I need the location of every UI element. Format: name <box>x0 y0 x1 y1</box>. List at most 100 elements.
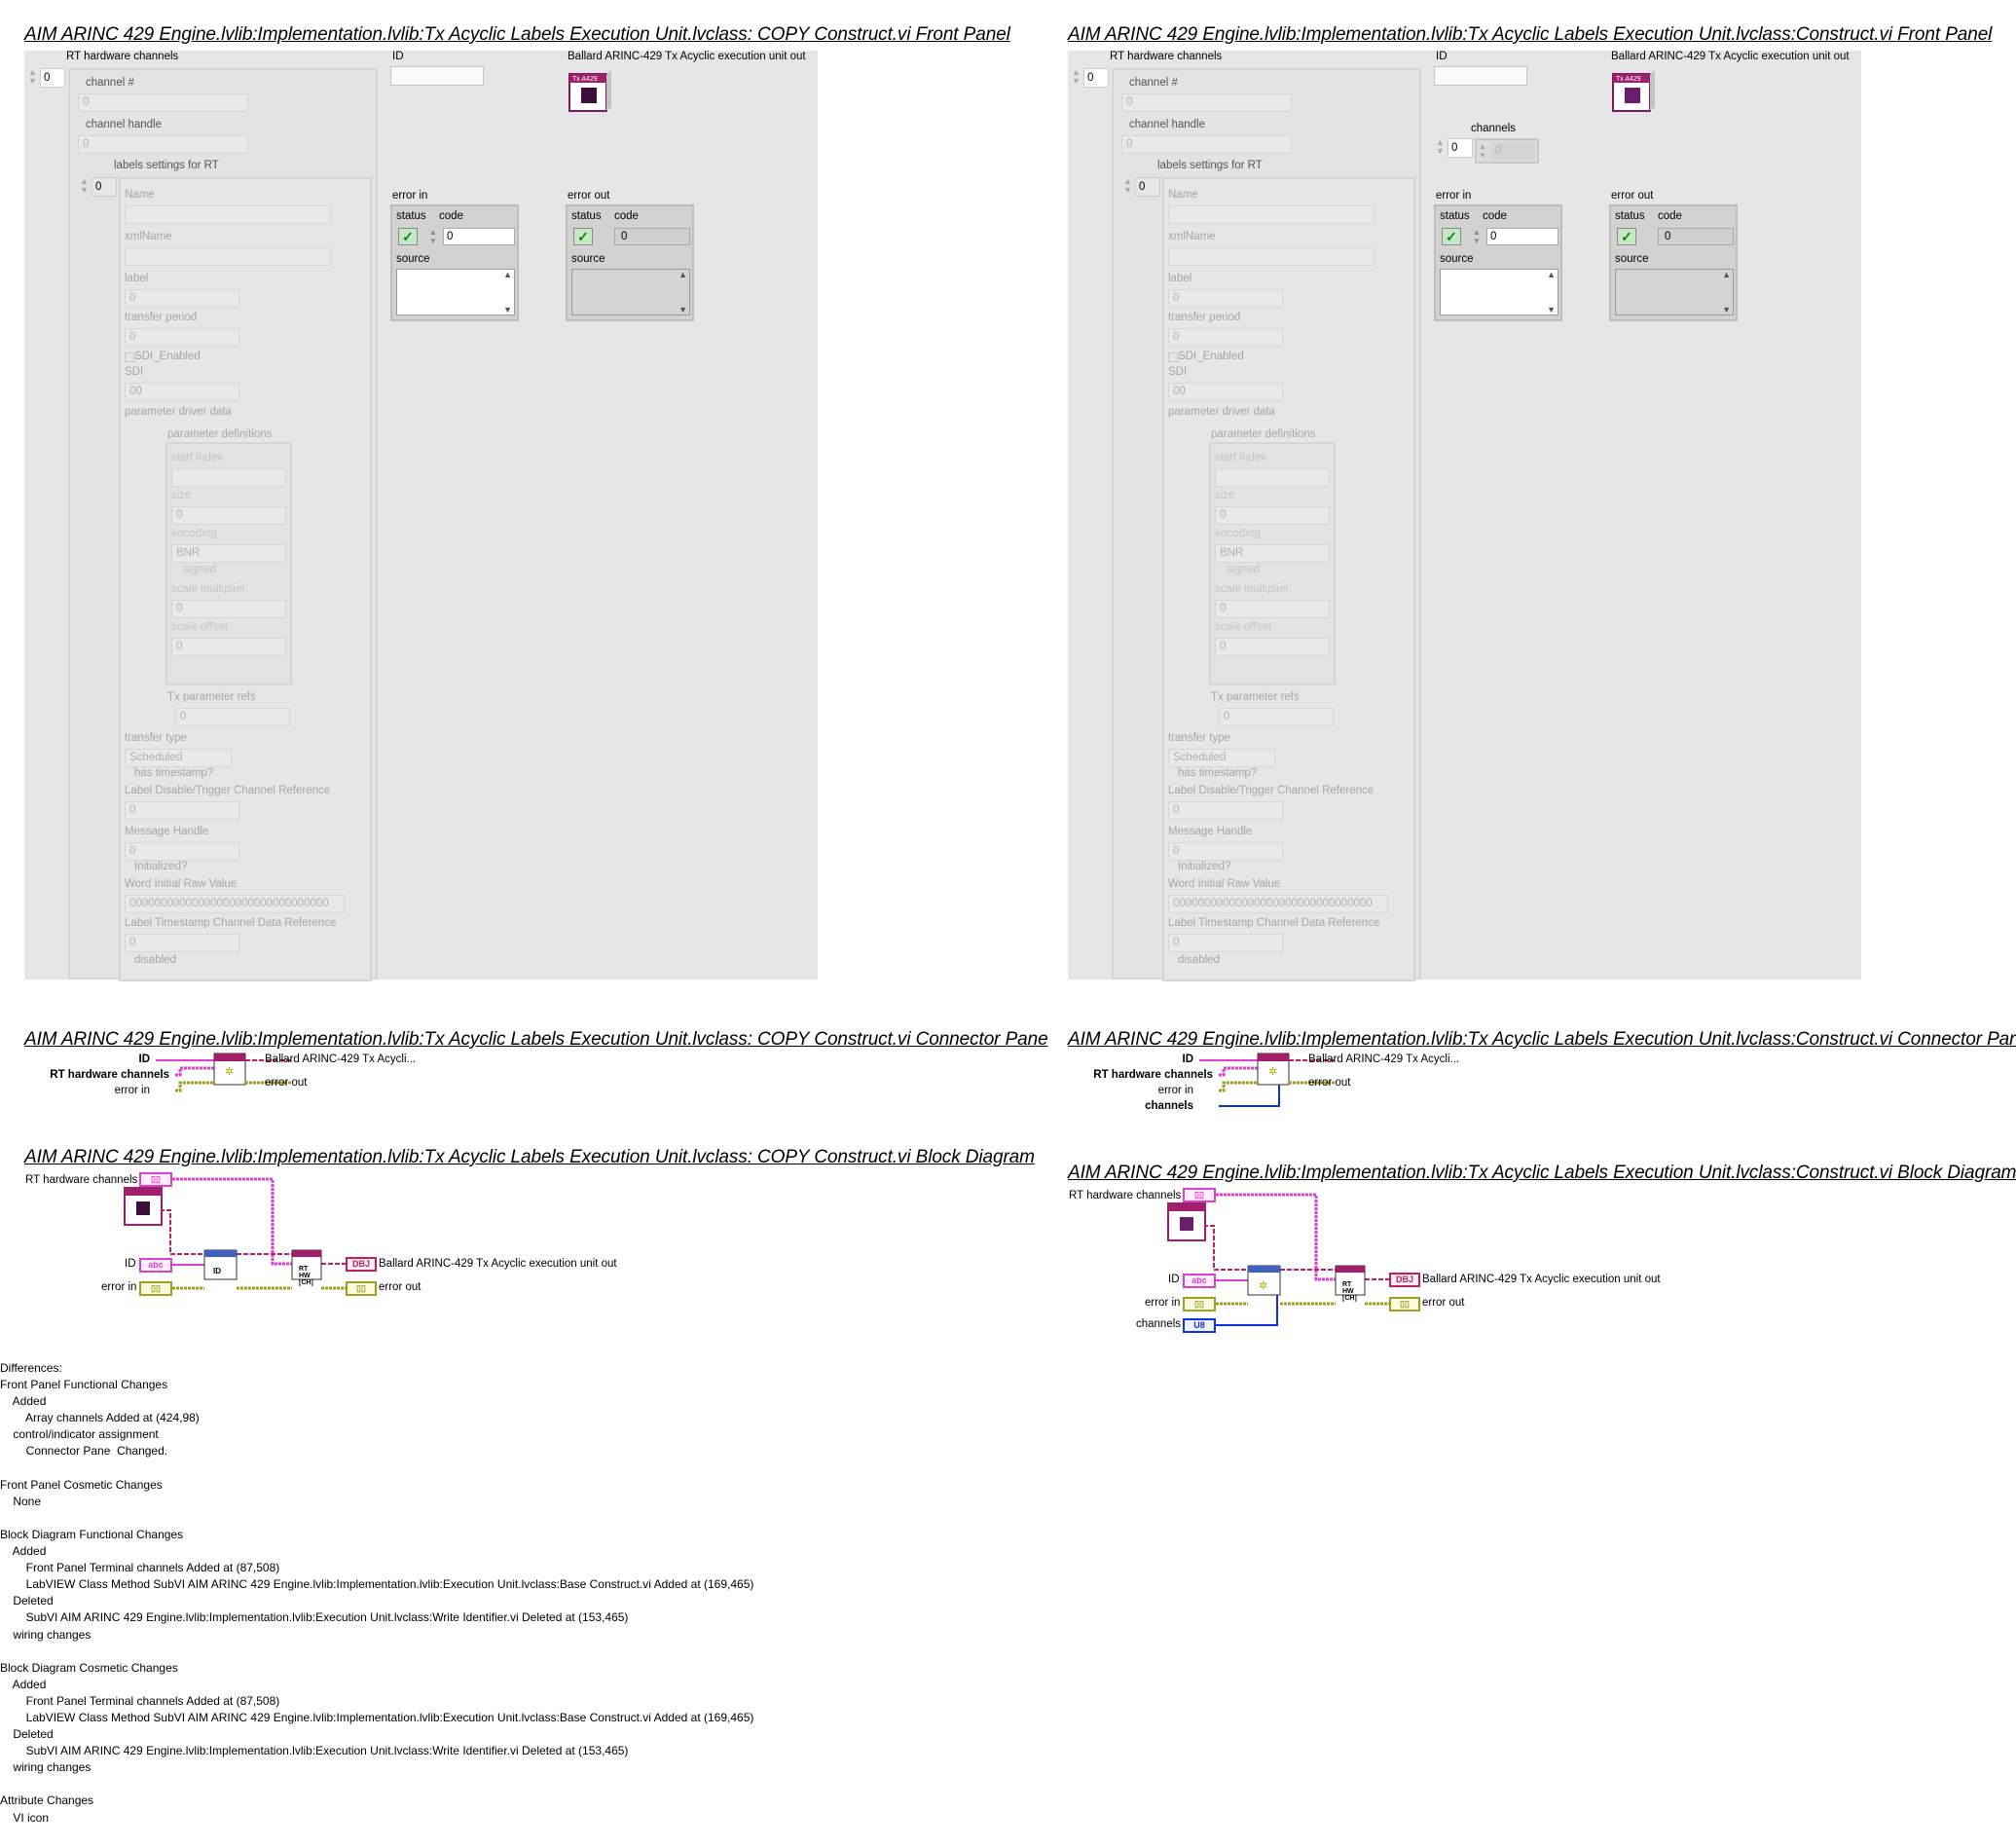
sdi-field[interactable]: 00 <box>125 383 239 401</box>
bd-ballard-terminal-r[interactable]: DBJ <box>1389 1273 1420 1287</box>
bd-id-terminal-r[interactable]: abc <box>1183 1274 1216 1288</box>
error-out-code-label-r: code <box>1658 210 1682 222</box>
bd-error-out-terminal[interactable]: ▯▯ <box>346 1281 377 1296</box>
encoding-select-r[interactable]: BNR <box>1215 544 1330 563</box>
labels-index[interactable]: ▲ ▼ 0 <box>78 177 117 197</box>
bd-error-in-terminal[interactable]: ▯▯ <box>139 1281 172 1296</box>
xmlname-field-r[interactable] <box>1168 247 1375 266</box>
bd-rt-node[interactable]: RT HW [CH] <box>299 1266 318 1286</box>
tx-param-refs-field-r[interactable]: 0 <box>1219 708 1334 726</box>
name-field-r[interactable] <box>1168 205 1375 224</box>
right-connector-pane: ID RT hardware channels error in channel… <box>1068 1052 1477 1116</box>
scale-mult-field[interactable]: 0 <box>171 600 286 618</box>
start-index-field[interactable] <box>171 468 286 487</box>
error-in-source-input[interactable]: ▲ ▼ <box>396 269 515 315</box>
label-timestamp-field[interactable]: 0 <box>125 934 239 952</box>
message-handle-field-r[interactable]: 0 <box>1168 842 1283 861</box>
transfer-period-field[interactable]: 0 <box>125 328 239 347</box>
name-field[interactable] <box>125 205 331 224</box>
bd-ballard-label: Ballard ARINC-429 Tx Acyclic execution u… <box>379 1258 617 1270</box>
error-out-code-indicator: 0 <box>614 228 690 245</box>
label-field[interactable]: 0 <box>125 289 239 308</box>
param-driver-label-r: parameter driver data <box>1168 406 1275 418</box>
bd-write-id-node[interactable]: ID <box>213 1267 221 1275</box>
sdi-enabled-checkbox[interactable] <box>125 352 134 362</box>
start-index-field-r[interactable] <box>1215 468 1330 487</box>
bd-rt-hw-terminal-r[interactable]: ▯▯ <box>1183 1188 1216 1202</box>
diff-line: Front Panel Functional Changes <box>0 1378 168 1392</box>
error-in-status-label-r: status <box>1440 210 1470 222</box>
bd-error-out-terminal-r[interactable]: ▯▯ <box>1389 1297 1420 1312</box>
diff-line: Front Panel Cosmetic Changes <box>0 1477 163 1492</box>
error-out-code-indicator-r: 0 <box>1658 228 1734 245</box>
error-in-code-spinner-r[interactable]: ▲ ▼ <box>1473 228 1485 245</box>
size-field-r[interactable]: 0 <box>1215 506 1330 525</box>
transfer-type-select[interactable]: Scheduled <box>125 749 232 767</box>
channels-element[interactable]: 0 <box>1490 142 1535 160</box>
error-out-source-label-r: source <box>1615 253 1649 265</box>
size-field[interactable]: 0 <box>171 506 286 525</box>
label-disable-field[interactable]: 0 <box>125 801 239 820</box>
error-in-code-input-r[interactable]: 0 <box>1486 228 1558 245</box>
channel-num-field-r[interactable]: 0 <box>1121 93 1292 112</box>
xmlname-field[interactable] <box>125 247 331 266</box>
diff-line: wiring changes <box>0 1760 92 1775</box>
label-disable-label: Label Disable/Trigger Channel Reference <box>125 785 331 796</box>
bd-error-in-terminal-r[interactable]: ▯▯ <box>1183 1297 1216 1312</box>
label-disable-field-r[interactable]: 0 <box>1168 801 1283 820</box>
channels-array: ▲ ▼ 0 <box>1475 138 1539 164</box>
word-initial-field[interactable]: 00000000000000000000000000000000 <box>125 895 345 913</box>
error-in-code-input[interactable]: 0 <box>443 228 515 245</box>
transfer-type-select-r[interactable]: Scheduled <box>1168 749 1275 767</box>
scale-offset-field-r[interactable]: 0 <box>1215 638 1330 656</box>
channel-num-field[interactable]: 0 <box>78 93 248 112</box>
error-out-cluster: status code ✓ 0 source ▲ ▼ <box>566 204 694 321</box>
svg-text:✲: ✲ <box>1268 1066 1277 1078</box>
error-out-status-label: status <box>571 210 602 222</box>
message-handle-field[interactable]: 0 <box>125 842 239 861</box>
encoding-select[interactable]: BNR <box>171 544 286 563</box>
channels-index[interactable]: ▲ ▼ 0 <box>1434 138 1473 158</box>
error-in-code-spinner[interactable]: ▲ ▼ <box>429 228 441 245</box>
sdi-enabled-label-r: SDI_Enabled <box>1178 351 1244 362</box>
rt-hw-index[interactable]: ▲ ▼ 0 <box>26 68 65 88</box>
error-in-status-checkbox-r[interactable]: ✓ <box>1442 228 1461 245</box>
label-timestamp-field-r[interactable]: 0 <box>1168 934 1283 952</box>
scale-mult-field-r[interactable]: 0 <box>1215 600 1330 618</box>
rt-hw-index-r[interactable]: ▲ ▼ 0 <box>1070 68 1109 88</box>
tx-a429-icon: Tx A429 <box>568 68 612 113</box>
channel-handle-field-r[interactable]: 0 <box>1121 135 1292 154</box>
sdi-label: SDI <box>125 366 144 378</box>
bd-id-terminal[interactable]: abc <box>139 1258 172 1273</box>
error-in-label-r: error in <box>1436 190 1472 202</box>
sdi-field-r[interactable]: 00 <box>1168 383 1283 401</box>
bd-channels-terminal[interactable]: U8 <box>1183 1318 1216 1333</box>
labels-index-r[interactable]: ▲ ▼ 0 <box>1121 177 1160 197</box>
tx-param-refs-field[interactable]: 0 <box>175 708 290 726</box>
id-input[interactable] <box>390 66 484 86</box>
labels-array: Name xmlName label 0 transfer period 0 S… <box>119 177 372 981</box>
word-initial-field-r[interactable]: 00000000000000000000000000000000 <box>1168 895 1388 913</box>
scale-offset-field[interactable]: 0 <box>171 638 286 656</box>
error-out-label: error out <box>568 190 610 202</box>
error-out-status-label-r: status <box>1615 210 1645 222</box>
diff-line: VI icon <box>0 1810 50 1825</box>
error-in-status-checkbox[interactable]: ✓ <box>398 228 418 245</box>
channel-handle-label-r: channel handle <box>1129 119 1206 130</box>
id-label-r: ID <box>1436 51 1448 62</box>
bd-ballard-terminal[interactable]: DBJ <box>346 1257 377 1272</box>
label-field-r[interactable]: 0 <box>1168 289 1283 308</box>
transfer-period-field-r[interactable]: 0 <box>1168 328 1283 347</box>
id-input-r[interactable] <box>1434 66 1527 86</box>
disabled-label-r: disabled <box>1178 954 1220 966</box>
error-in-source-input-r[interactable]: ▲ ▼ <box>1440 269 1558 315</box>
sdi-enabled-checkbox-r[interactable] <box>1168 352 1178 362</box>
diff-line: Block Diagram Cosmetic Changes <box>0 1660 178 1675</box>
bd-rt-node-r[interactable]: RT HW [CH] <box>1342 1281 1362 1302</box>
has-timestamp-label-r: has timestamp? <box>1178 767 1258 779</box>
left-connector-pane: ID RT hardware channels error in ✲ Balla… <box>24 1052 433 1100</box>
bd-rt-hw-terminal[interactable]: ▯▯ <box>139 1172 172 1187</box>
left-connector-pane-title: AIM ARINC 429 Engine.lvlib:Implementatio… <box>24 1029 1048 1050</box>
channel-handle-field[interactable]: 0 <box>78 135 248 154</box>
error-in-label: error in <box>392 190 428 202</box>
